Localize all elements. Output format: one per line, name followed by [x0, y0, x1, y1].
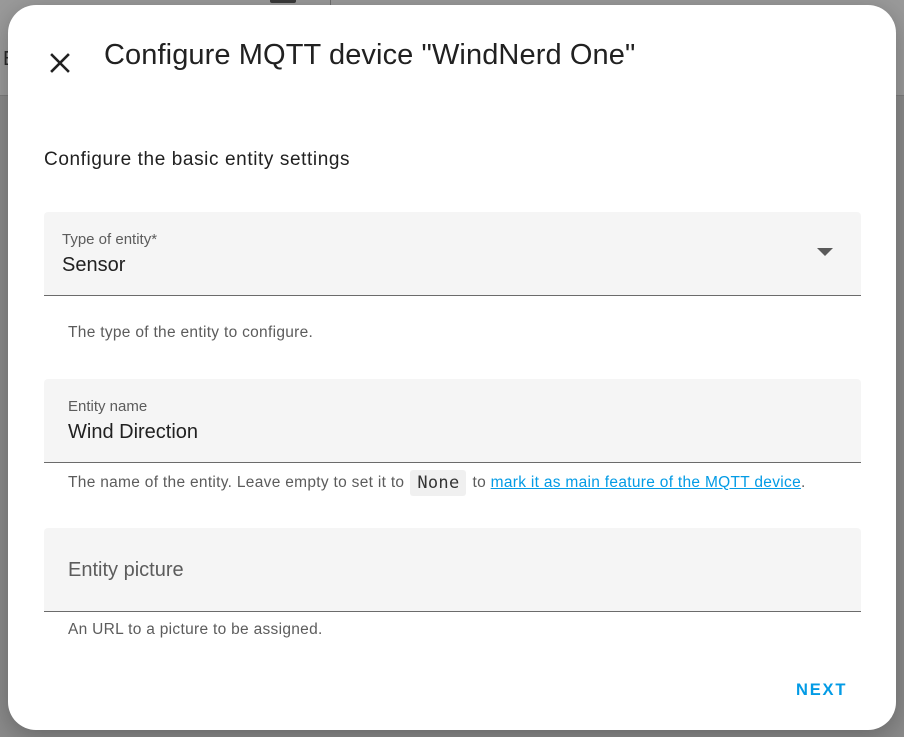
entity-name-helper-to: to — [472, 474, 487, 491]
entity-name-value: Wind Direction — [68, 421, 199, 443]
entity-name-helper-text: The name of the entity. Leave empty to s… — [68, 474, 405, 491]
entity-picture-field[interactable]: Entity picture — [44, 528, 861, 612]
entity-type-label: Type of entity* — [62, 231, 158, 248]
dropdown-arrow-icon — [817, 248, 833, 256]
entity-name-helper: The name of the entity. Leave empty to s… — [68, 470, 806, 496]
entity-type-value: Sensor — [62, 254, 126, 276]
section-heading: Configure the basic entity settings — [44, 149, 351, 170]
next-button[interactable]: NEXT — [788, 677, 855, 704]
entity-name-label: Entity name — [68, 398, 148, 415]
entity-name-field[interactable]: Entity name Wind Direction — [44, 379, 861, 463]
none-code-chip: None — [410, 470, 467, 496]
main-feature-link[interactable]: mark it as main feature of the MQTT devi… — [491, 474, 801, 492]
configure-device-dialog: Configure MQTT device "WindNerd One" Con… — [8, 5, 896, 730]
entity-picture-placeholder: Entity picture — [68, 559, 184, 581]
entity-type-helper: The type of the entity to configure. — [68, 324, 314, 341]
background-icon — [270, 0, 296, 3]
dialog-title: Configure MQTT device "WindNerd One" — [104, 39, 636, 71]
entity-type-select[interactable]: Type of entity* Sensor — [44, 212, 861, 296]
close-button[interactable] — [40, 43, 80, 83]
close-icon — [50, 53, 70, 73]
entity-picture-helper: An URL to a picture to be assigned. — [68, 621, 323, 638]
entity-name-helper-period: . — [801, 474, 806, 491]
